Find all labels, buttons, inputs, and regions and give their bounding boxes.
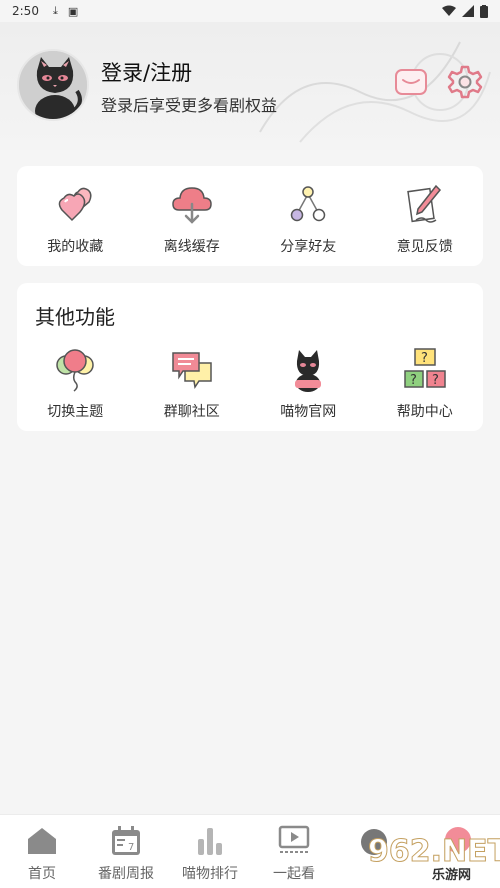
favorites-item[interactable]: 我的收藏 bbox=[17, 182, 134, 256]
group-chat-label: 群聊社区 bbox=[163, 404, 220, 420]
hearts-icon bbox=[58, 187, 92, 222]
login-register-link[interactable]: 登录/注册 bbox=[101, 57, 192, 87]
download-icon: ⤓ bbox=[52, 4, 58, 17]
help-center-label: 帮助中心 bbox=[396, 404, 453, 420]
other-functions-title: 其他功能 bbox=[35, 305, 115, 329]
official-site-label: 喵物官网 bbox=[280, 404, 337, 420]
help-center-item[interactable]: ? ? ? 帮助中心 bbox=[367, 347, 484, 421]
profile-header: 登录/注册 登录后享受更多看剧权益 bbox=[0, 22, 500, 150]
tab-weekly-label: 番剧周报 bbox=[98, 866, 154, 882]
favorites-label: 我的收藏 bbox=[47, 239, 104, 255]
svg-text:?: ? bbox=[410, 373, 417, 388]
tab-home-label: 首页 bbox=[28, 866, 56, 882]
pen-feedback-icon bbox=[406, 184, 441, 223]
offline-cache-item[interactable]: 离线缓存 bbox=[134, 182, 251, 256]
tab-watch-together-label: 一起看 bbox=[273, 866, 315, 882]
svg-text:?: ? bbox=[432, 373, 439, 388]
tab-ranking[interactable]: 喵物排行 bbox=[168, 815, 252, 888]
watermark: 962.NET 乐游网 bbox=[360, 822, 500, 883]
switch-theme-item[interactable]: 切换主题 bbox=[17, 347, 134, 421]
home-icon bbox=[28, 828, 56, 854]
gear-icon bbox=[447, 65, 483, 99]
share-friends-item[interactable]: 分享好友 bbox=[250, 182, 367, 256]
black-cat-icon bbox=[295, 350, 322, 392]
calendar-badge: 7 bbox=[128, 842, 134, 853]
official-site-item[interactable]: 喵物官网 bbox=[250, 347, 367, 421]
offline-cache-label: 离线缓存 bbox=[163, 239, 220, 255]
group-chat-item[interactable]: 群聊社区 bbox=[134, 347, 251, 421]
status-time: 2:50 bbox=[12, 4, 39, 18]
mail-icon bbox=[395, 69, 427, 95]
tab-watch-together[interactable]: 一起看 bbox=[252, 815, 336, 888]
feedback-item[interactable]: 意见反馈 bbox=[367, 182, 484, 256]
avatar[interactable] bbox=[17, 49, 89, 121]
quick-actions-grid: 我的收藏 离线缓存 分享好友 意见反馈 bbox=[17, 182, 483, 256]
status-bar: 2:50 ⤓ ▣ bbox=[0, 0, 500, 22]
bar-chart-icon bbox=[198, 828, 222, 855]
switch-theme-label: 切换主题 bbox=[47, 404, 104, 420]
balloons-icon bbox=[56, 349, 94, 392]
mail-button[interactable] bbox=[394, 68, 428, 96]
app-notification-icon: ▣ bbox=[67, 4, 79, 18]
battery-icon bbox=[480, 4, 488, 18]
cloud-download-icon bbox=[171, 187, 212, 224]
other-functions-grid: 切换主题 群聊社区 喵物官网 ? ? ? 帮助中心 bbox=[17, 347, 483, 421]
share-friends-label: 分享好友 bbox=[280, 239, 337, 255]
share-nodes-icon bbox=[291, 186, 326, 222]
calendar-icon: 7 bbox=[112, 826, 140, 855]
watermark-sub: 乐游网 bbox=[432, 868, 472, 883]
play-screen-icon bbox=[278, 825, 310, 853]
svg-text:?: ? bbox=[421, 351, 428, 366]
other-functions-card: 其他功能 切换主题 群聊社区 喵物官网 ? ? ? 帮助中心 bbox=[17, 283, 483, 431]
black-cat-avatar-icon bbox=[19, 51, 87, 119]
quick-actions-card: 我的收藏 离线缓存 分享好友 意见反馈 bbox=[17, 166, 483, 266]
feedback-label: 意见反馈 bbox=[396, 239, 453, 255]
settings-button[interactable] bbox=[447, 64, 483, 100]
question-bubbles-icon: ? ? ? bbox=[404, 348, 446, 388]
tab-ranking-label: 喵物排行 bbox=[182, 866, 238, 882]
tab-weekly[interactable]: 7 番剧周报 bbox=[84, 815, 168, 888]
chat-bubbles-icon bbox=[172, 352, 212, 389]
wifi-icon bbox=[442, 5, 456, 16]
login-benefit-text: 登录后享受更多看剧权益 bbox=[101, 96, 278, 115]
tab-home[interactable]: 首页 bbox=[0, 815, 84, 888]
signal-icon bbox=[462, 5, 474, 17]
